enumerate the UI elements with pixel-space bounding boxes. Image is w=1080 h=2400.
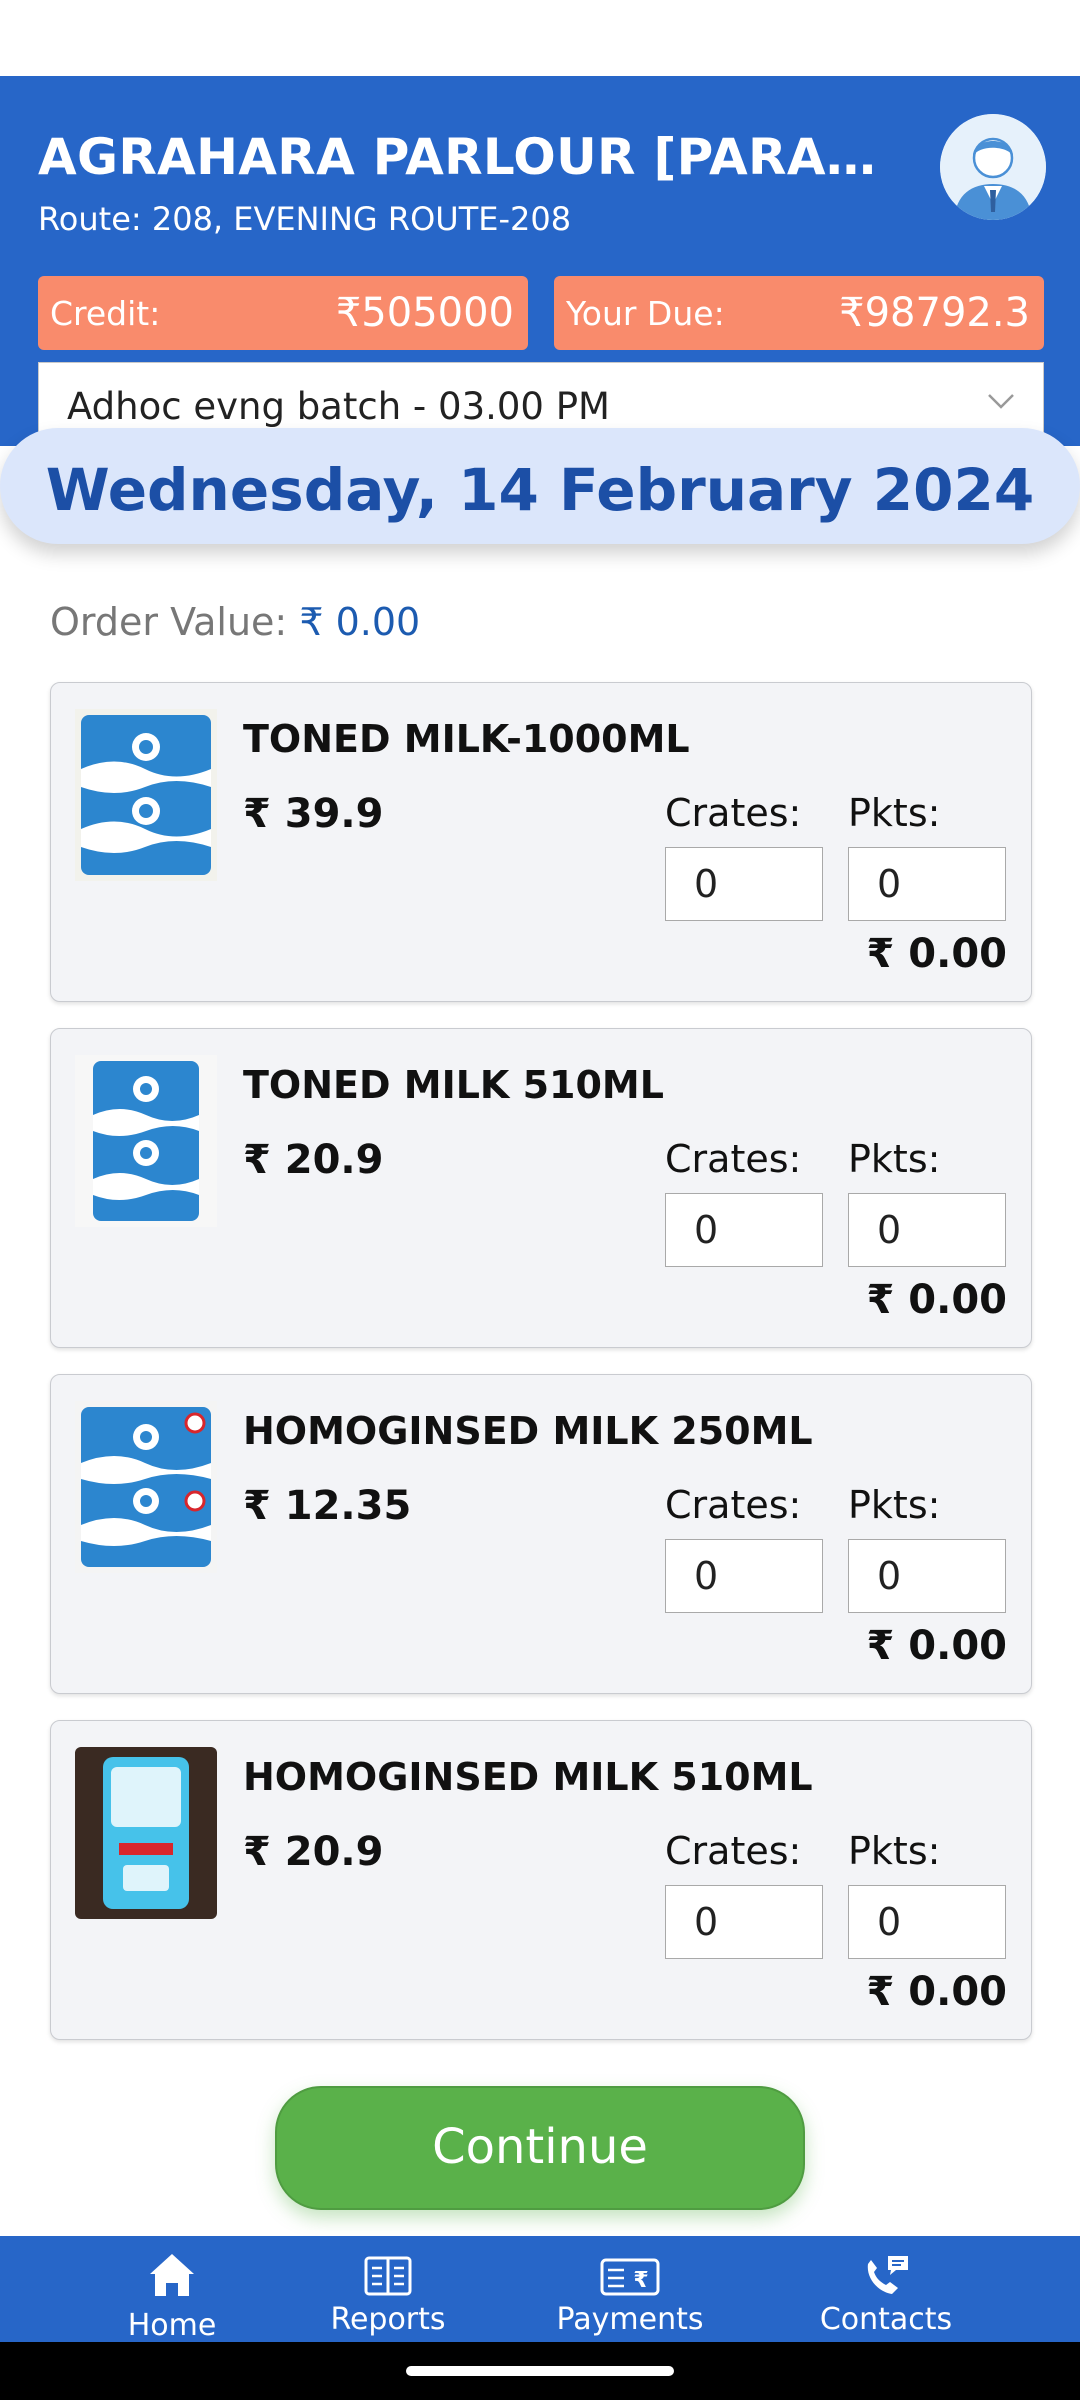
product-price: ₹ 12.35 [243,1483,412,1529]
chevron-down-icon [988,394,1014,409]
system-gesture-bar [0,2342,1080,2400]
route-info: Route: 208, EVENING ROUTE-208 [38,200,572,238]
line-total: ₹ 0.00 [866,1969,1007,2015]
order-value-label: Order Value: [50,600,288,644]
date-banner: Wednesday, 14 February 2024 [0,428,1080,544]
product-card: TONED MILK-1000ML ₹ 39.9 Crates: Pkts: ₹… [50,682,1032,1002]
line-total: ₹ 0.00 [866,931,1007,977]
credit-chip: Credit: ₹505000 [38,276,528,350]
pkts-label: Pkts: [848,791,941,835]
milk-packet-image [75,1055,217,1227]
line-total: ₹ 0.00 [866,1277,1007,1323]
product-name: TONED MILK 510ML [243,1063,664,1107]
app-header: AGRAHARA PARLOUR [PARAMESHWARA] Route: 2… [0,76,1080,452]
rupee-bill-icon: ₹ [600,2258,660,2296]
user-avatar-icon [940,114,1046,220]
credit-label: Credit: [50,294,161,333]
product-name: HOMOGINSED MILK 250ML [243,1409,813,1453]
due-value: ₹98792.3 [839,290,1030,336]
product-price: ₹ 39.9 [243,791,384,837]
book-icon [364,2256,412,2296]
milk-packet-image [75,1401,217,1573]
product-price: ₹ 20.9 [243,1137,384,1183]
pkts-input[interactable] [848,847,1006,921]
pkts-label: Pkts: [848,1829,941,1873]
nav-reports-label: Reports [330,2302,446,2337]
line-total: ₹ 0.00 [866,1623,1007,1669]
order-value-amount: ₹ 0.00 [299,600,421,644]
home-gesture-handle[interactable] [406,2366,674,2376]
nav-home-label: Home [127,2308,217,2343]
crates-input[interactable] [665,1193,823,1267]
crates-input[interactable] [665,847,823,921]
credit-value: ₹505000 [335,290,514,336]
product-card: TONED MILK 510ML ₹ 20.9 Crates: Pkts: ₹ … [50,1028,1032,1348]
continue-button[interactable]: Continue [275,2086,805,2210]
product-card: HOMOGINSED MILK 510ML ₹ 20.9 Crates: Pkt… [50,1720,1032,2040]
product-card: HOMOGINSED MILK 250ML ₹ 12.35 Crates: Pk… [50,1374,1032,1694]
pkts-input[interactable] [848,1539,1006,1613]
svg-text:₹: ₹ [633,2268,648,2293]
pkts-label: Pkts: [848,1483,941,1527]
order-value: Order Value: ₹ 0.00 [50,600,420,644]
crates-input[interactable] [665,1885,823,1959]
crates-label: Crates: [665,791,802,835]
product-name: TONED MILK-1000ML [243,717,690,761]
nav-contacts[interactable]: Contacts [776,2236,996,2342]
status-bar-area [0,0,1080,76]
product-price: ₹ 20.9 [243,1829,384,1875]
milk-packet-image [75,709,217,881]
date-text: Wednesday, 14 February 2024 [45,456,1035,524]
bottom-navigation: Home Reports ₹ Payments Contacts [0,2236,1080,2343]
crates-label: Crates: [665,1483,802,1527]
nav-contacts-label: Contacts [819,2302,953,2337]
nav-reports[interactable]: Reports [278,2236,498,2342]
pkts-input[interactable] [848,1193,1006,1267]
nav-payments-label: Payments [556,2302,704,2337]
phone-chat-icon [867,2256,908,2294]
pkts-label: Pkts: [848,1137,941,1181]
milk-packet-image [75,1747,217,1919]
crates-label: Crates: [665,1829,802,1873]
crates-label: Crates: [665,1137,802,1181]
due-label: Your Due: [566,294,725,333]
nav-payments[interactable]: ₹ Payments [520,2236,740,2342]
product-name: HOMOGINSED MILK 510ML [243,1755,813,1799]
pkts-input[interactable] [848,1885,1006,1959]
parlour-name: AGRAHARA PARLOUR [PARAMESHWARA] [38,128,898,186]
nav-home[interactable]: Home [62,2236,282,2343]
home-icon [150,2254,194,2296]
crates-input[interactable] [665,1539,823,1613]
profile-avatar[interactable] [940,114,1046,220]
due-chip: Your Due: ₹98792.3 [554,276,1044,350]
batch-selected-value: Adhoc evng batch - 03.00 PM [67,385,610,428]
